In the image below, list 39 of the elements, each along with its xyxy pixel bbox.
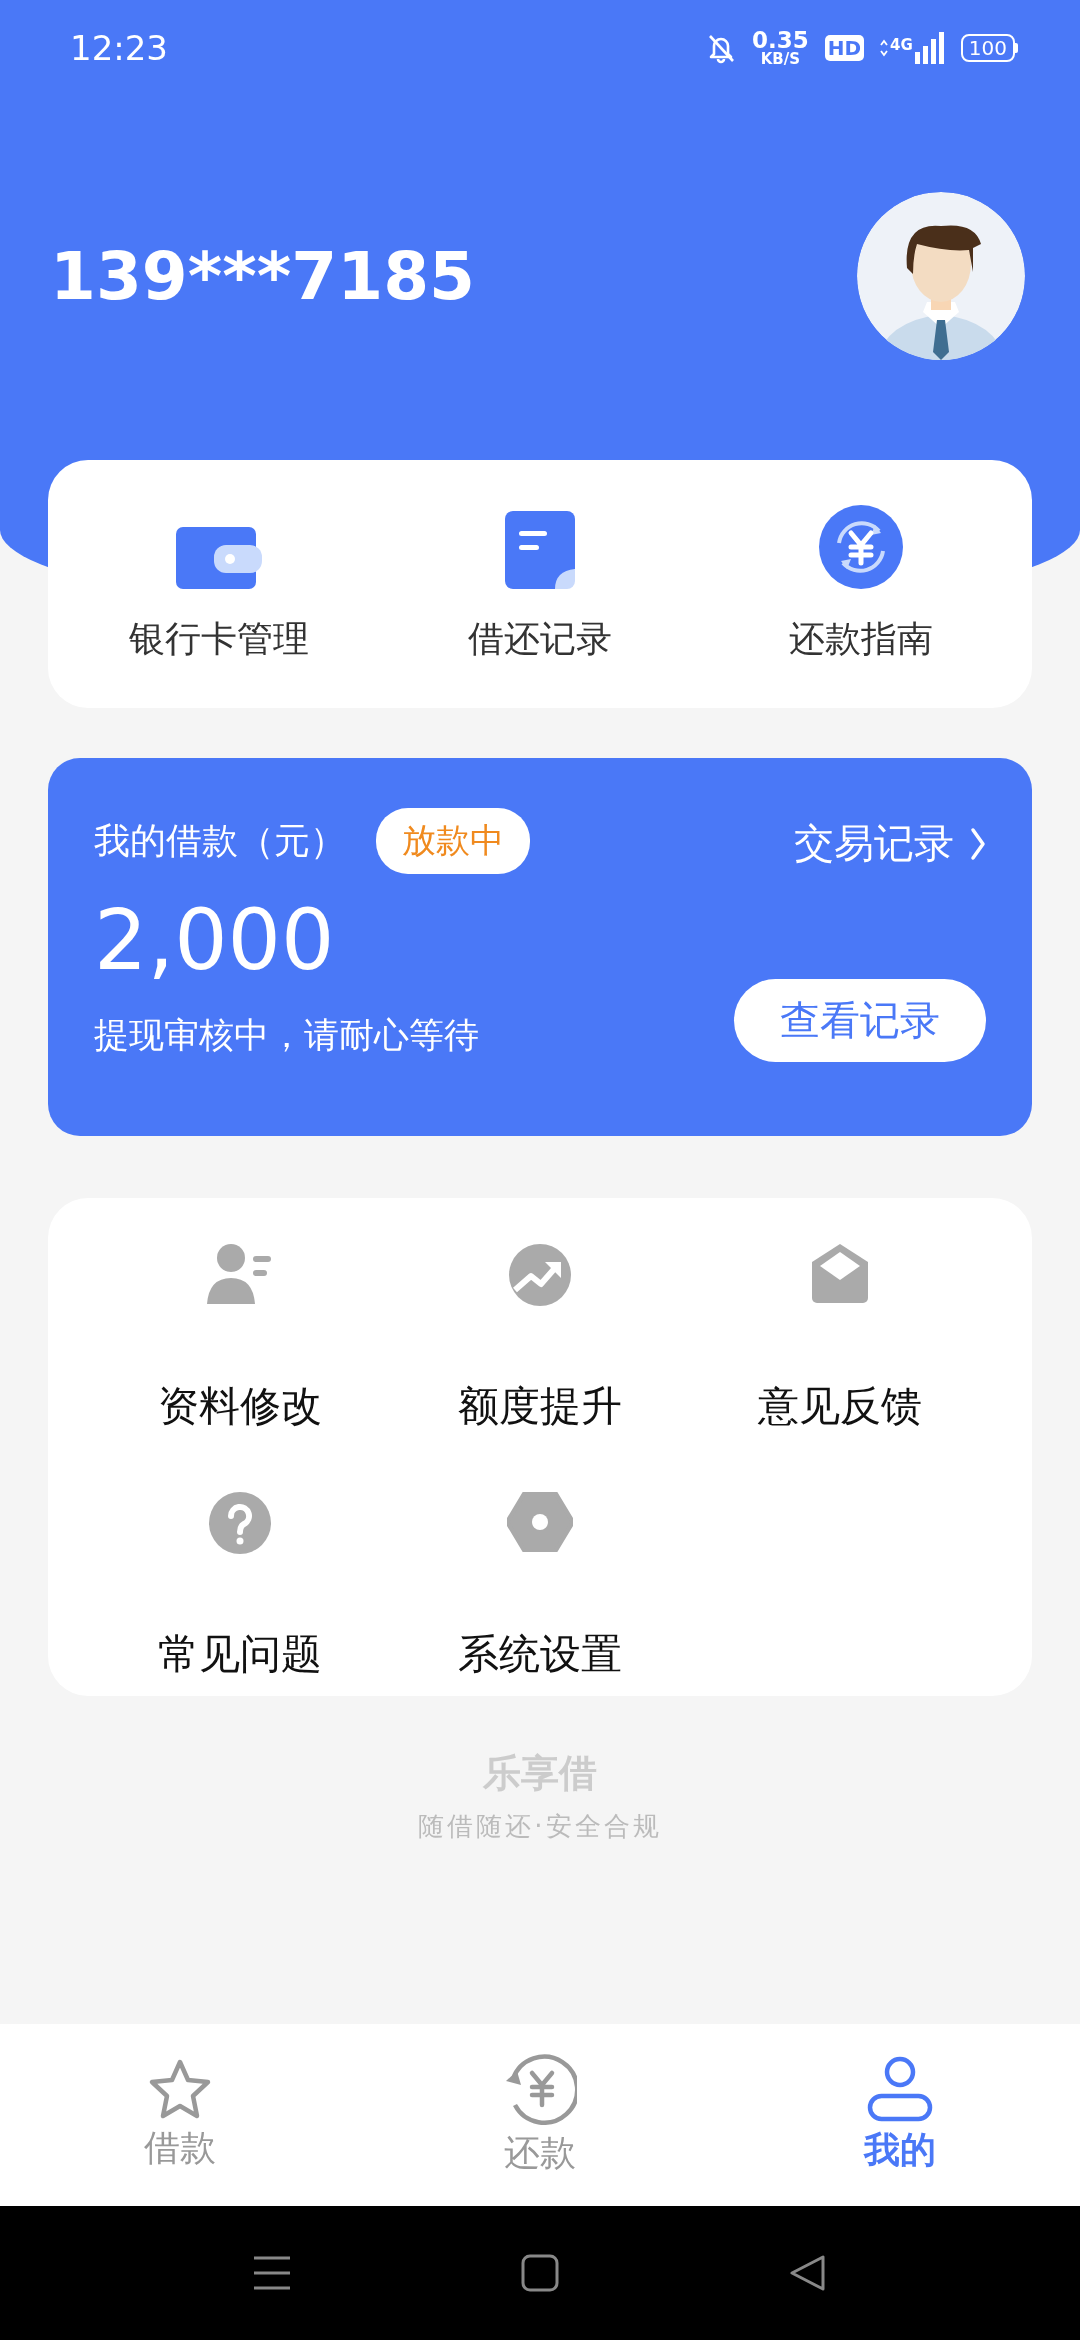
battery-indicator: 100: [960, 34, 1018, 62]
menu-item[interactable]: 资料修改: [90, 1244, 390, 1434]
app-slogan: 随借随还·安全合规: [418, 1810, 662, 1843]
help-icon: [209, 1492, 271, 1554]
yen-exchange-icon: [819, 505, 904, 589]
back-icon[interactable]: [789, 2254, 827, 2292]
settings-icon: [507, 1492, 573, 1552]
document-icon: [505, 511, 575, 589]
data-arrows-icon: [880, 38, 889, 58]
loan-note: 提现审核中，请耐心等待: [94, 1014, 480, 1057]
quick-action[interactable]: 借还记录: [420, 504, 660, 664]
trend-up-icon: [509, 1244, 571, 1306]
quick-action[interactable]: 还款指南: [741, 504, 982, 664]
menu-item[interactable]: 系统设置: [390, 1492, 690, 1682]
phone-number: 139***7185: [50, 237, 475, 315]
transaction-records-link[interactable]: 交易记录: [794, 816, 986, 871]
network-speed-unit: KB/S: [760, 52, 800, 67]
quick-action[interactable]: 银行卡管理: [98, 504, 339, 664]
chevron-right-icon: [970, 826, 986, 861]
hd-badge: HD: [824, 35, 865, 61]
menu-item[interactable]: 意见反馈: [690, 1244, 990, 1434]
menu-icon[interactable]: [253, 2254, 291, 2292]
menu-item[interactable]: 常见问题: [90, 1492, 390, 1682]
tab[interactable]: 我的: [720, 2055, 1080, 2175]
profile-edit-icon: [207, 1244, 273, 1304]
menu-item[interactable]: 额度提升: [390, 1244, 690, 1434]
network-type: 4G: [890, 36, 913, 54]
signal-icon: [914, 32, 945, 64]
star-icon: [147, 2057, 213, 2120]
loan-amount: 2,000: [94, 898, 336, 982]
avatar[interactable]: [857, 192, 1025, 360]
loan-title: 我的借款（元）: [94, 818, 346, 863]
status-time: 12:23: [70, 28, 168, 68]
loan-status-badge: 放款中: [376, 808, 530, 874]
person-icon: [867, 2055, 933, 2122]
network-speed: 0.35: [751, 29, 809, 52]
home-square-icon[interactable]: [521, 2254, 559, 2292]
wallet-icon: [175, 527, 262, 589]
view-records-button[interactable]: 查看记录: [734, 979, 986, 1062]
